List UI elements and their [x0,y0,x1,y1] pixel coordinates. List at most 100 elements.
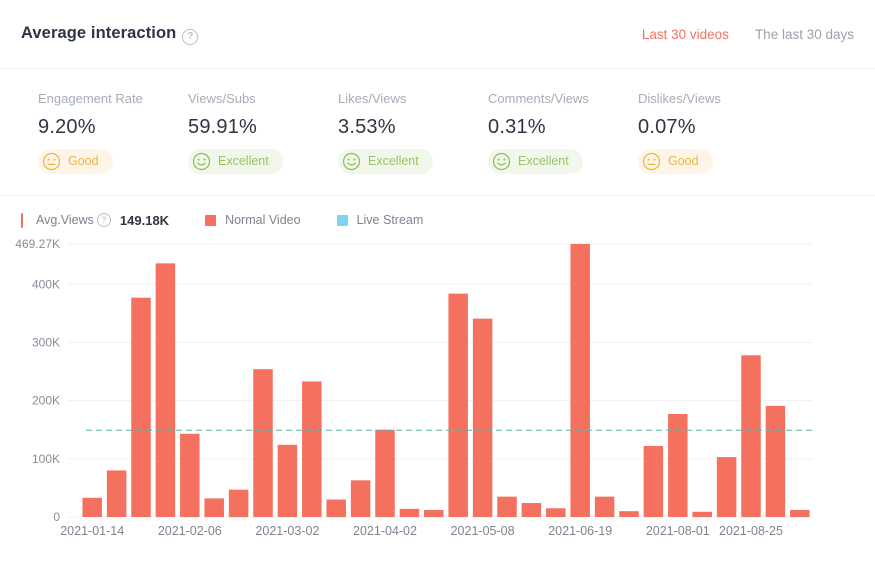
tab-last-30-days[interactable]: The last 30 days [755,27,854,42]
question-circle-icon[interactable]: ? [182,29,198,45]
metric-cards: Engagement Rate 9.20% Good Views/Subs 59… [0,69,875,196]
chart-bar[interactable] [278,445,298,517]
metric-value: 0.31% [488,116,638,139]
chart-canvas[interactable]: 0100K200K300K400K469.27K 2021-01-142021-… [0,232,875,557]
smiling-face-icon [342,152,361,171]
legend-item-normal-video[interactable]: Normal Video [205,213,301,227]
chart-bar[interactable] [741,355,761,517]
status-badge: Excellent [338,149,433,174]
smiling-face-icon [492,152,511,171]
status-badge-label: Excellent [218,155,269,168]
metric-label: Dislikes/Views [638,91,788,106]
chart-bar[interactable] [400,509,420,517]
legend-item-label: Normal Video [225,213,301,227]
question-circle-icon[interactable]: ? [97,213,111,227]
metric-card-dislikes-views: Dislikes/Views 0.07% Good [638,91,788,175]
metric-label: Comments/Views [488,91,638,106]
chart-bar[interactable] [448,294,468,517]
status-badge: Excellent [488,149,583,174]
y-tick-label: 300K [32,335,60,349]
x-tick-label: 2021-01-14 [60,524,124,538]
chart-bar[interactable] [351,480,371,517]
metric-label: Likes/Views [338,91,488,106]
chart-x-axis-labels: 2021-01-14 2021-02-06 2021-03-02 2021-04-02… [60,524,783,538]
x-tick-label: 2021-06-19 [548,524,612,538]
chart-bar[interactable] [766,406,786,517]
neutral-face-icon [642,152,661,171]
avg-views-value: 149.18K [120,213,169,228]
status-badge: Excellent [188,149,283,174]
status-badge-label: Good [668,155,699,168]
legend-swatch-icon [205,215,216,226]
chart-bar[interactable] [253,369,273,517]
chart-bar[interactable] [302,381,322,517]
metric-label: Views/Subs [188,91,338,106]
chart-bar[interactable] [668,414,688,517]
chart-bar[interactable] [229,490,249,517]
neutral-face-icon [42,152,61,171]
x-tick-label: 2021-02-06 [158,524,222,538]
chart-bar[interactable] [619,511,639,517]
x-tick-label: 2021-05-08 [451,524,515,538]
chart-bar[interactable] [644,446,664,517]
chart-bar[interactable] [375,430,395,517]
x-tick-label: 2021-03-02 [255,524,319,538]
chart-bar[interactable] [82,498,102,517]
y-tick-label: 469.27K [15,237,60,251]
metric-value: 0.07% [638,116,788,139]
x-tick-label: 2021-04-02 [353,524,417,538]
page-title: Average interaction? [21,24,198,44]
avg-views-label-text: Avg.Views [36,213,94,227]
chart-bar[interactable] [717,457,737,517]
views-bar-chart[interactable]: 0100K200K300K400K469.27K 2021-01-142021-… [0,232,875,557]
chart-bar[interactable] [546,508,566,517]
x-tick-label: 2021-08-25 [719,524,783,538]
chart-bar[interactable] [497,497,517,517]
chart-legend: Avg.Views? 149.18K Normal Video Live Str… [0,196,875,230]
page-title-text: Average interaction [21,24,176,42]
status-badge: Good [38,149,113,174]
chart-bar[interactable] [131,298,151,517]
range-tabs: Last 30 videos The last 30 days [642,27,854,42]
panel-header: Average interaction? Last 30 videos The … [0,0,875,69]
tab-last-30-videos[interactable]: Last 30 videos [642,27,729,42]
y-tick-label: 400K [32,277,60,291]
x-tick-label: 2021-08-01 [646,524,710,538]
legend-item-live-stream[interactable]: Live Stream [337,213,424,227]
chart-bar[interactable] [156,263,176,517]
metric-card-likes-views: Likes/Views 3.53% Excellent [338,91,488,175]
chart-bar[interactable] [180,434,200,517]
y-tick-label: 200K [32,394,60,408]
status-badge-label: Good [68,155,99,168]
chart-y-axis-labels: 0 100K 200K 300K 400K 469.27K [15,237,60,524]
metric-value: 9.20% [38,116,188,139]
chart-bar[interactable] [692,512,712,517]
metric-value: 59.91% [188,116,338,139]
metric-card-views-subs: Views/Subs 59.91% Excellent [188,91,338,175]
y-tick-label: 0 [53,510,60,524]
y-tick-label: 100K [32,452,60,466]
metric-card-engagement-rate: Engagement Rate 9.20% Good [38,91,188,175]
chart-bar[interactable] [570,244,590,517]
chart-bars[interactable] [82,244,809,517]
chart-bar[interactable] [473,319,493,517]
legend-item-label: Live Stream [357,213,424,227]
metric-label: Engagement Rate [38,91,188,106]
chart-bar[interactable] [326,500,346,517]
status-badge-label: Excellent [518,155,569,168]
chart-bar[interactable] [522,503,542,517]
chart-bar[interactable] [424,510,444,517]
avg-views-label: Avg.Views? [36,213,111,227]
chart-gridlines [68,244,813,517]
metric-value: 3.53% [338,116,488,139]
smiling-face-icon [192,152,211,171]
chart-bar[interactable] [595,497,615,517]
chart-bar[interactable] [107,470,127,517]
status-badge: Good [638,149,713,174]
legend-accent-bar [21,213,23,228]
metric-card-comments-views: Comments/Views 0.31% Excellent [488,91,638,175]
chart-bar[interactable] [204,498,224,517]
average-interaction-panel: Average interaction? Last 30 videos The … [0,0,875,579]
status-badge-label: Excellent [368,155,419,168]
chart-bar[interactable] [790,510,810,517]
